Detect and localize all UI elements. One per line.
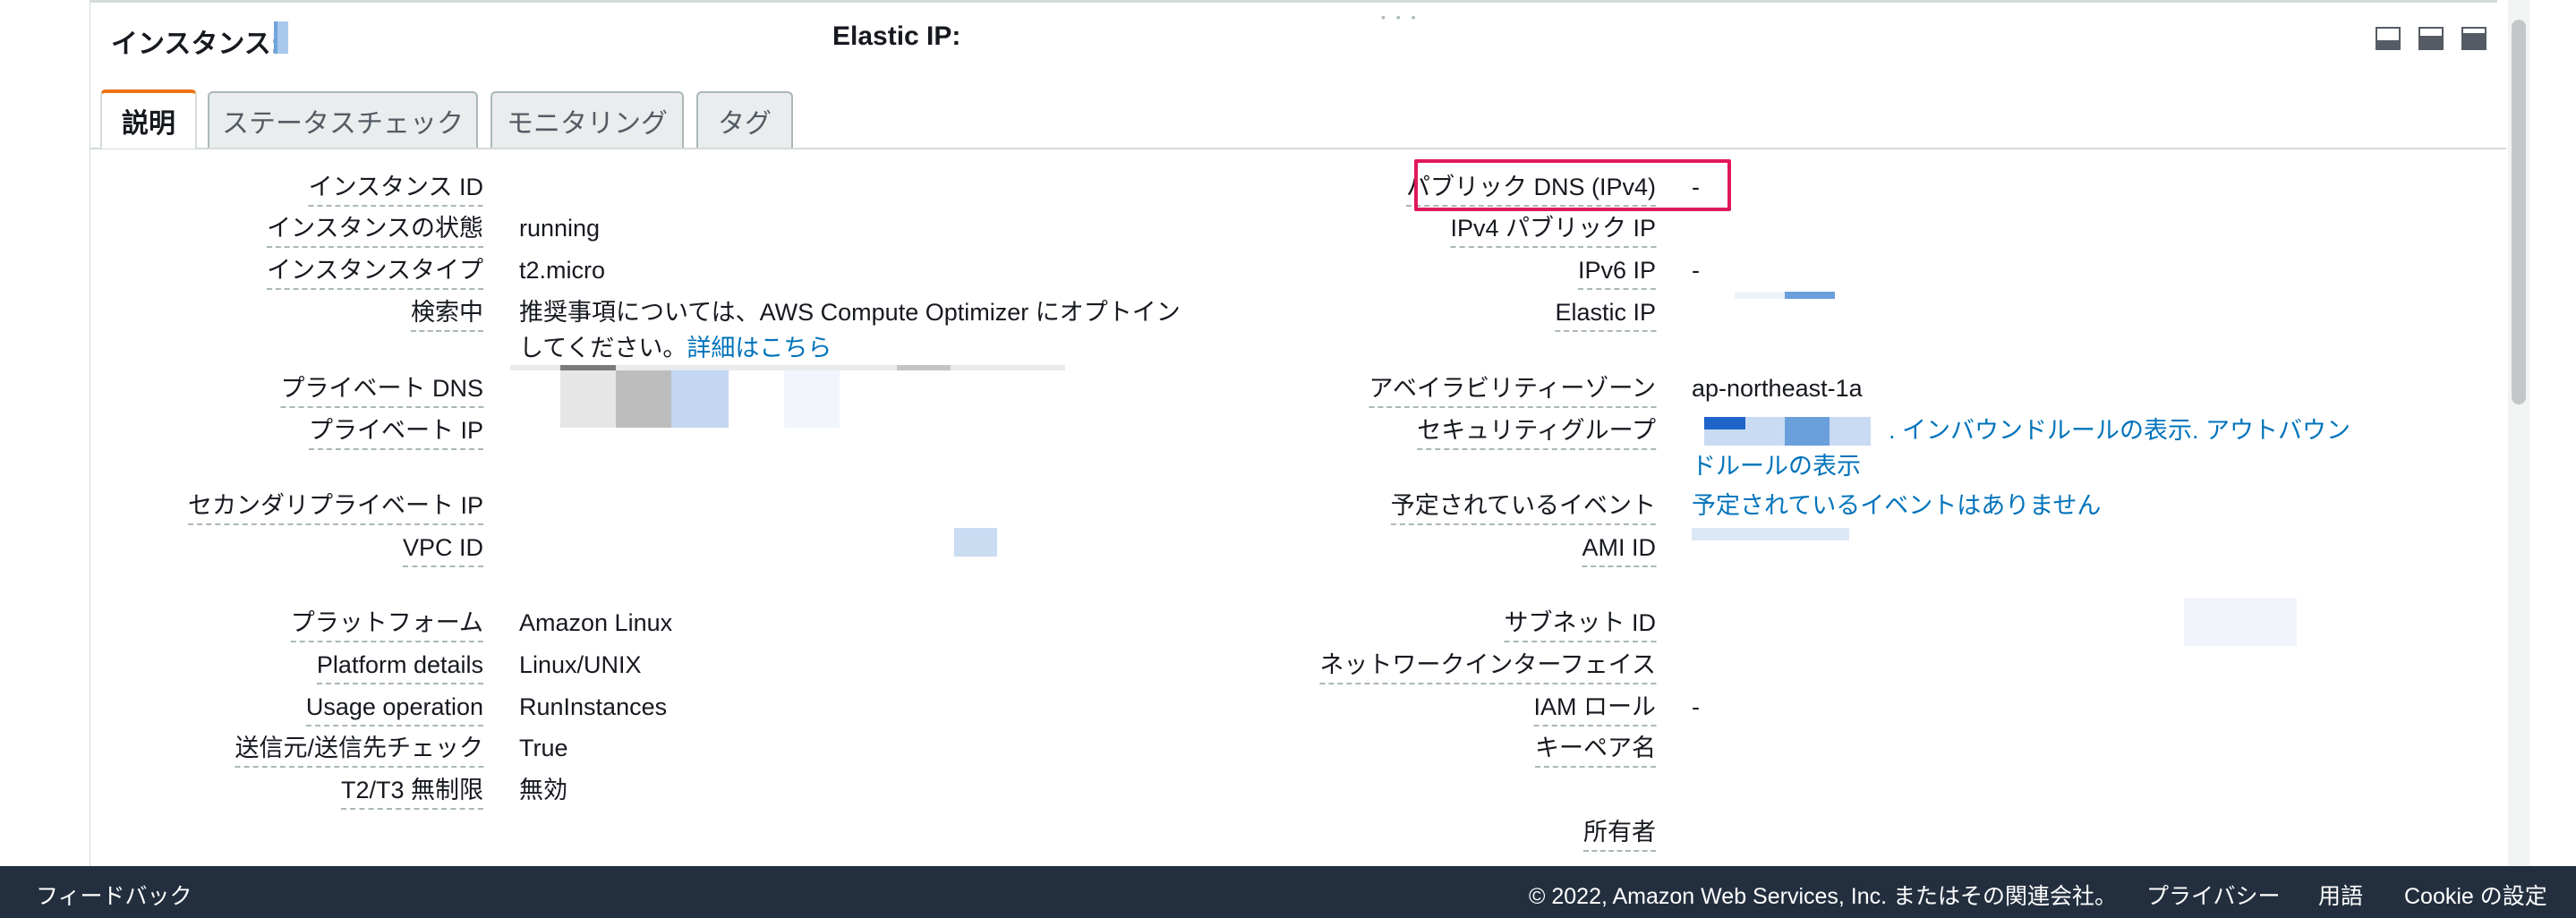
value-platform-details: Linux/UNIX xyxy=(519,651,642,678)
scheduled-events-link[interactable]: 予定されているイベントはありません xyxy=(1692,490,2101,521)
value-availability-zone: ap-northeast-1a xyxy=(1692,375,1863,402)
tab-status-checks[interactable]: ステータスチェック xyxy=(208,91,478,148)
label-private-ip: プライベート IP xyxy=(308,415,483,450)
tab-monitoring[interactable]: モニタリング xyxy=(490,91,684,148)
tab-tags[interactable]: タグ xyxy=(696,91,793,148)
redacted-private-ip-block3 xyxy=(671,370,729,428)
value-instance-state: running xyxy=(519,215,601,242)
value-source-dest-check: True xyxy=(519,735,568,761)
layout-split-icon[interactable] xyxy=(2418,27,2444,50)
layout-full-icon[interactable] xyxy=(2461,27,2486,50)
security-group-rules-link-line1[interactable]: . インバウンドルールの表示. アウトバウン xyxy=(1889,415,2350,446)
value-instance-type: t2.micro xyxy=(519,257,606,284)
label-network-interfaces: ネットワークインターフェイス xyxy=(1319,650,1656,684)
instance-id-redacted xyxy=(274,21,288,54)
instance-header-label: インスタンス: xyxy=(111,30,280,59)
value-t2t3-unlimited: 無効 xyxy=(519,777,567,803)
label-iam-role: IAM ロール xyxy=(1533,692,1656,727)
security-group-rules-link-line2[interactable]: ドルールの表示 xyxy=(1692,451,1861,481)
label-instance-type: インスタンスタイプ xyxy=(267,255,483,290)
elastic-ip-header-label: Elastic IP: xyxy=(832,21,961,51)
redacted-private-ip-block4 xyxy=(784,370,840,428)
label-instance-state: インスタンスの状態 xyxy=(267,213,483,248)
scrollbar-thumb[interactable] xyxy=(2512,20,2526,404)
redacted-ami-id xyxy=(1692,528,1849,540)
footer-copyright: © 2022, Amazon Web Services, Inc. またはその関… xyxy=(1529,884,2118,909)
learn-more-link[interactable]: 詳細はこちら xyxy=(687,335,832,361)
label-platform: プラットフォーム xyxy=(290,608,483,642)
redacted-private-ip-block2 xyxy=(616,370,671,428)
value-usage-operation: RunInstances xyxy=(519,693,668,720)
label-ipv6-ip: IPv6 IP xyxy=(1577,255,1656,290)
layout-bottom-icon[interactable] xyxy=(2376,27,2401,50)
privacy-link[interactable]: プライバシー xyxy=(2146,879,2281,911)
label-usage-operation: Usage operation xyxy=(305,692,483,727)
label-ipv4-public-ip: IPv4 パブリック IP xyxy=(1450,213,1656,248)
label-private-dns: プライベート DNS xyxy=(280,373,483,408)
redacted-elastic-ip-a xyxy=(1735,292,1785,299)
value-ipv6-ip: - xyxy=(1692,257,1700,284)
redacted-elastic-ip-b xyxy=(1785,292,1835,299)
label-security-groups: セキュリティグループ xyxy=(1417,415,1656,450)
tab-description[interactable]: 説明 xyxy=(100,89,197,149)
public-dns-highlight xyxy=(1414,159,1731,211)
label-secondary-private-ip: セカンダリプライベート IP xyxy=(187,490,483,525)
redacted-security-group-mark1 xyxy=(1704,417,1745,429)
label-instance-id: インスタンス ID xyxy=(308,172,483,207)
redacted-private-ip-block1 xyxy=(560,370,616,428)
terms-link[interactable]: 用語 xyxy=(2318,879,2363,911)
label-source-dest-check: 送信元/送信先チェック xyxy=(235,733,483,768)
label-elastic-ip: Elastic IP xyxy=(1555,297,1656,332)
tabs-divider xyxy=(90,148,2506,149)
value-finding-line2: してください。詳細はこちら xyxy=(519,333,832,363)
value-platform: Amazon Linux xyxy=(519,609,673,636)
label-vpc-id: VPC ID xyxy=(402,532,483,567)
label-key-pair-name: キーペア名 xyxy=(1535,733,1656,768)
label-t2t3-unlimited: T2/T3 無制限 xyxy=(340,775,483,810)
label-ami-id: AMI ID xyxy=(1582,532,1656,567)
label-finding: 検索中 xyxy=(411,297,483,332)
value-iam-role: - xyxy=(1692,693,1700,720)
cookie-settings-link[interactable]: Cookie の設定 xyxy=(2404,879,2547,911)
label-scheduled-events: 予定されているイベント xyxy=(1390,490,1656,525)
finding-text: してください。 xyxy=(519,335,687,361)
redacted-vpc-id xyxy=(954,528,997,557)
value-finding-line1: 推奨事項については、AWS Compute Optimizer にオプトイン xyxy=(519,299,1181,326)
footer: フィードバック © 2022, Amazon Web Services, Inc… xyxy=(0,866,2576,918)
label-owner: 所有者 xyxy=(1583,817,1656,852)
label-availability-zone: アベイラビリティーゾーン xyxy=(1369,373,1656,408)
redacted-subnet-id xyxy=(2184,598,2297,646)
feedback-link[interactable]: フィードバック xyxy=(36,879,192,911)
label-subnet-id: サブネット ID xyxy=(1504,608,1656,642)
resize-handle[interactable]: • • • xyxy=(1381,10,1419,24)
label-platform-details: Platform details xyxy=(316,650,483,684)
redacted-security-group-mark2 xyxy=(1785,417,1830,446)
redacted-private-dns-mark2 xyxy=(897,365,951,370)
